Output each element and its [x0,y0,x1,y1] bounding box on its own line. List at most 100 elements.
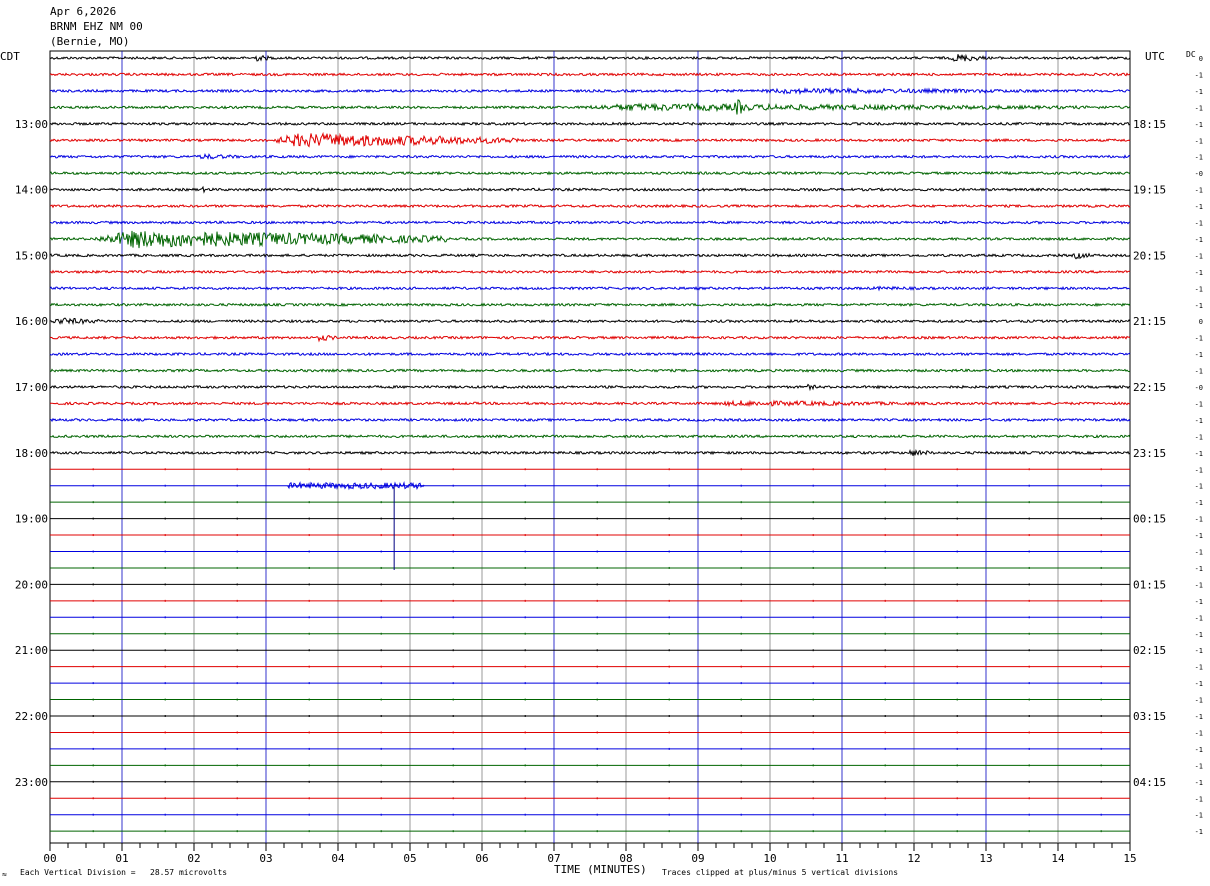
trace-row [49,351,1131,357]
right-hour-label: 03:15 [1133,710,1166,723]
right-hour-label: 18:15 [1133,118,1166,131]
left-hour-label: 20:00 [15,578,48,591]
trace-row [49,230,1131,249]
trace-row [49,121,1131,127]
dc-offset-label: -1 [1195,483,1203,491]
dc-offset-label: -1 [1195,417,1203,425]
dc-offset-label: -1 [1195,729,1203,737]
right-hour-label: 19:15 [1133,184,1166,197]
dc-offset-label: -1 [1195,697,1203,705]
right-hour-label: 02:15 [1133,644,1166,657]
right-hour-label: 22:15 [1133,381,1166,394]
right-hour-label: 23:15 [1133,447,1166,460]
trace-row [49,285,1131,292]
dc-offset-label: -1 [1195,236,1203,244]
trace-row [49,368,1131,373]
right-hour-label: 20:15 [1133,249,1166,262]
x-tick-label: 02 [187,852,200,865]
left-hour-label: 13:00 [15,118,48,131]
dc-offset-label: -1 [1195,795,1203,803]
trace-row [49,317,1131,326]
right-hour-label: 00:15 [1133,513,1166,526]
dc-offset-label: -1 [1195,104,1203,112]
dc-offset-label: -1 [1195,779,1203,787]
dc-offset-label: -1 [1195,680,1203,688]
dc-offset-label: -1 [1195,532,1203,540]
left-hour-label: 19:00 [15,513,48,526]
dc-offset-label: -1 [1195,302,1203,310]
x-tick-label: 15 [1123,852,1136,865]
trace-row [49,252,1131,260]
trace-row [49,302,1131,308]
dc-offset-label: -1 [1195,549,1203,557]
dc-offset-label: -1 [1195,499,1203,507]
left-hour-label: 15:00 [15,249,48,262]
dc-offset-label: -1 [1195,581,1203,589]
left-hour-label: 22:00 [15,710,48,723]
trace-row [49,53,1131,62]
right-hour-label: 21:15 [1133,315,1166,328]
trace-row [49,153,1131,160]
left-hour-label: 21:00 [15,644,48,657]
seismogram-plot: 13:00 14:00 15:00 16:00 17:00 18:00 19:00 20:00… [15,50,1203,865]
dc-offset-label: -1 [1195,516,1203,524]
left-hour-label: 16:00 [15,315,48,328]
left-hour-label: 17:00 [15,381,48,394]
trace-row [49,203,1131,209]
dc-offset-label: -1 [1195,154,1203,162]
dc-offset-label: -0 [1195,170,1203,178]
dc-offset-label: -1 [1195,664,1203,672]
dc-offset-label: -1 [1195,433,1203,441]
x-tick-label: 09 [691,852,704,865]
trace-row [49,72,1131,77]
trace-row [49,434,1131,439]
plot-frame [49,50,1131,844]
dc-offset-label: -1 [1195,203,1203,211]
dc-offset-label: -1 [1195,713,1203,721]
dc-offset-label: -1 [1195,400,1203,408]
trace-row [49,335,1131,343]
x-tick-label: 00 [43,852,56,865]
x-axis-title: TIME (MINUTES) [554,863,647,876]
dc-offset-label: -1 [1195,88,1203,96]
dc-offset-label: -1 [1195,220,1203,228]
x-tick-label: 13 [979,852,992,865]
scale-note: Each Vertical Division = 28.57 microvolt… [20,868,228,877]
trace-row [49,99,1131,115]
dc-offset-label: -1 [1195,137,1203,145]
trace-row [49,417,1131,423]
right-hour-label: 01:15 [1133,578,1166,591]
x-tick-label: 05 [403,852,416,865]
dc-offset-label: -1 [1195,631,1203,639]
x-tick-label: 01 [115,852,128,865]
x-tick-label: 10 [763,852,776,865]
x-tick-label: 04 [331,852,345,865]
trace-row [49,383,1131,392]
dc-offset-label: -1 [1195,351,1203,359]
x-tick-label: 11 [835,852,848,865]
x-tick-label: 12 [907,852,920,865]
trace-row [49,399,1131,408]
x-tick-label: 14 [1051,852,1065,865]
dc-offset-label: -1 [1195,368,1203,376]
dc-offset-label: -1 [1195,598,1203,606]
dc-offset-label: -1 [1195,269,1203,277]
dc-offset-label: -0 [1195,384,1203,392]
x-tick-label: 03 [259,852,272,865]
clip-note: Traces clipped at plus/minus 5 vertical … [662,868,899,877]
trace-row [49,170,1131,176]
logo-mark: ≈ [2,870,7,879]
dc-offset-label: -1 [1195,187,1203,195]
dc-offset-label: -1 [1195,565,1203,573]
trace-row [49,185,1131,194]
right-hour-label: 04:15 [1133,776,1166,789]
helicorder-root: Apr 6,2026 BRNM EHZ NM 00 (Bernie, MO) C… [0,0,1210,886]
dc-offset-label: -1 [1195,252,1203,260]
x-tick-label: 06 [475,852,488,865]
trace-row [49,269,1131,275]
dc-offset-label: -1 [1195,285,1203,293]
dc-offset-label: -1 [1195,450,1203,458]
dc-offset-label: 0 [1199,318,1203,326]
dc-offset-label: -1 [1195,762,1203,770]
dc-offset-label: -1 [1195,812,1203,820]
